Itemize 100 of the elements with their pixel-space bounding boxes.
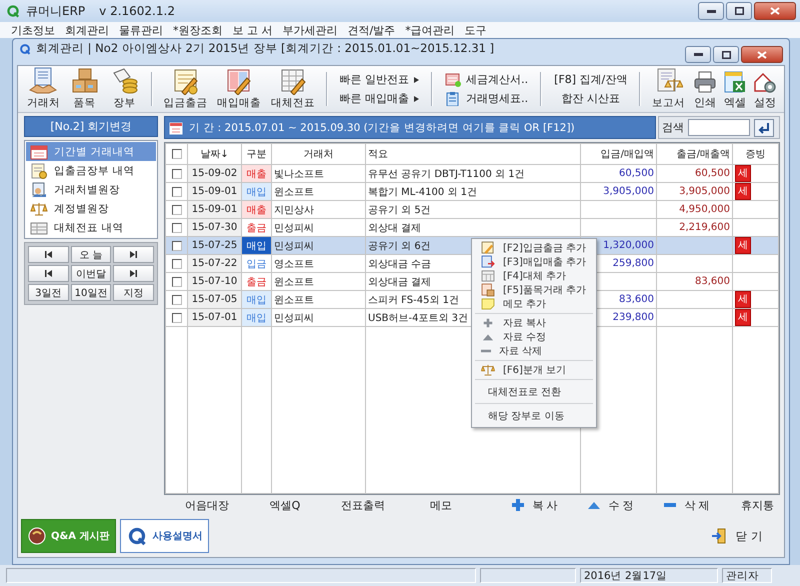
close-button[interactable] (741, 46, 783, 63)
previous-button[interactable] (28, 246, 69, 263)
context-menu-item[interactable]: 해당 장부로 이동 (472, 406, 596, 425)
previous-button[interactable] (28, 265, 69, 282)
menu-item[interactable]: 기초정보 (6, 22, 60, 38)
close-button[interactable] (754, 2, 796, 20)
tax-invoice-badge: 세 (735, 238, 751, 254)
toolbar-button[interactable]: 설정 (750, 68, 780, 110)
app-logo-icon (6, 4, 20, 18)
document-title: 회계관리 | No2 아이엠상사 2기 2015년 장부 [회계기간 : 2015.01.01~2015.12.31 ] (36, 41, 494, 56)
menu-item[interactable]: 회계관리 (60, 22, 114, 38)
row-checkbox[interactable] (172, 276, 182, 286)
toolbar-button[interactable]: 인쇄 (690, 68, 720, 110)
menu-item[interactable]: 부가세관리 (278, 22, 342, 38)
tax-invoice-badge: 세 (735, 310, 751, 326)
edit-document-icon (481, 241, 495, 255)
toolbar-button[interactable]: 빠른 매입매출 (338, 91, 422, 106)
date-button[interactable]: 오 늘 (70, 246, 112, 263)
action-button[interactable]: 복 사 (496, 498, 572, 512)
menu-item[interactable]: 견적/발주 (342, 22, 400, 38)
context-menu-item[interactable]: 메모 추가 (472, 297, 596, 311)
toolbar-button[interactable]: 합잔 시산표 (552, 91, 630, 106)
column-header[interactable]: 구분 (242, 144, 272, 164)
menu-item[interactable]: *원장조회 (168, 22, 228, 38)
next-button[interactable] (113, 265, 154, 282)
context-menu-item[interactable]: 대체전표로 전환 (472, 382, 596, 401)
toolbar-button[interactable]: 대체전표 (266, 68, 320, 110)
toolbar-button[interactable]: 보고서 (647, 68, 690, 110)
action-button[interactable]: 메모 (402, 498, 480, 512)
row-checkbox[interactable] (172, 204, 182, 214)
action-button[interactable]: 전표출력 (324, 498, 402, 512)
context-menu-item[interactable]: 자료 복사 (472, 316, 596, 330)
column-header[interactable]: 증빙 (732, 144, 778, 164)
scale-icon (30, 200, 48, 216)
close-button[interactable]: 닫 기 (705, 527, 769, 545)
menu-item[interactable]: *급여관리 (400, 22, 460, 38)
toolbar-button[interactable]: 품목 (64, 68, 105, 110)
context-menu-item[interactable]: 자료 수정 (472, 330, 596, 344)
row-checkbox[interactable] (172, 186, 182, 196)
report-list-item[interactable]: 계정별원장 (26, 199, 156, 218)
printer-icon (693, 70, 718, 94)
context-menu-item[interactable]: [F6]분개 보기 (472, 363, 596, 377)
toolbar-button[interactable]: 거래명세표.. (443, 91, 530, 106)
toolbar-button[interactable]: 거래처 (22, 68, 65, 110)
note-icon (481, 297, 495, 311)
tax-invoice-badge: 세 (735, 292, 751, 308)
invoice-pencil-icon (225, 67, 254, 95)
row-checkbox[interactable] (172, 258, 182, 268)
column-header[interactable]: 적요 (366, 144, 580, 164)
maximize-button[interactable] (713, 46, 739, 63)
toolbar-button[interactable]: [F8] 집계/잔액 (552, 72, 630, 87)
report-list-item[interactable]: 거래처별원장 (26, 180, 156, 199)
report-list-item[interactable]: 대체전표 내역 (26, 218, 156, 237)
action-button[interactable]: 삭 제 (648, 498, 724, 512)
row-checkbox[interactable] (172, 168, 182, 178)
next-button[interactable] (113, 246, 154, 263)
maximize-button[interactable] (726, 2, 752, 20)
date-button[interactable]: 이번달 (70, 265, 112, 282)
minimize-button[interactable] (685, 46, 711, 63)
toolbar-button[interactable]: 엑셀 (720, 68, 750, 110)
toolbar-button[interactable]: 빠른 일반전표 (338, 72, 422, 87)
report-list-item[interactable]: 입출금장부 내역 (26, 161, 156, 180)
row-checkbox[interactable] (172, 222, 182, 232)
menu-item[interactable]: 물류관리 (114, 22, 168, 38)
menu-item[interactable]: 보 고 서 (228, 22, 278, 38)
amount-cell: 4,950,000 (656, 200, 732, 218)
column-header[interactable]: 날짜↓ (188, 144, 242, 164)
type-cell: 매입 (242, 308, 272, 326)
action-button[interactable]: 엑셀Q (246, 498, 324, 512)
action-button[interactable]: 수 정 (572, 498, 648, 512)
date-button[interactable]: 3일전 (28, 284, 69, 301)
column-header[interactable]: 출금/매출액 (656, 144, 732, 164)
manual-button[interactable]: 사용설명서 (120, 519, 210, 553)
row-checkbox[interactable] (172, 312, 182, 322)
period-bar[interactable]: 기 간 : 2015.07.01 ~ 2015.09.30 (기간을 변경하려면 여기를 클릭 OR [F12]) (164, 116, 656, 139)
menu-item[interactable]: 도구 (460, 22, 492, 38)
type-cell: 매출 (242, 200, 272, 218)
toolbar-button[interactable]: 입금출금 (158, 68, 212, 110)
dropdown-arrow-icon (414, 96, 420, 102)
column-header[interactable]: 거래처 (272, 144, 366, 164)
context-menu-item[interactable]: 자료 삭제 (472, 344, 596, 358)
minimize-button[interactable] (698, 2, 724, 20)
toolbar-button[interactable]: 장부 (104, 68, 145, 110)
date-button[interactable]: 10일전 (70, 284, 112, 301)
select-all-checkbox[interactable] (172, 149, 182, 159)
column-header[interactable]: 입금/매입액 (580, 144, 656, 164)
date-cell: 15-09-01 (188, 182, 242, 200)
search-button[interactable] (754, 118, 774, 136)
date-button[interactable]: 지정 (113, 284, 154, 301)
row-checkbox[interactable] (172, 294, 182, 304)
search-field[interactable] (688, 119, 750, 136)
toolbar-button[interactable]: 매입매출 (212, 68, 266, 110)
qa-board-button[interactable]: Q&A 게시판 (21, 519, 116, 553)
toolbar-button[interactable]: 세금계산서.. (443, 72, 530, 87)
status-text: 관리자 (722, 568, 772, 583)
action-button[interactable]: 휴지통 (741, 498, 774, 512)
row-checkbox[interactable] (172, 240, 182, 250)
fiscal-year-button[interactable]: [No.2] 회기변경 (24, 116, 158, 137)
action-button[interactable]: 어음대장 (168, 498, 246, 512)
q-logo-icon (127, 526, 148, 546)
